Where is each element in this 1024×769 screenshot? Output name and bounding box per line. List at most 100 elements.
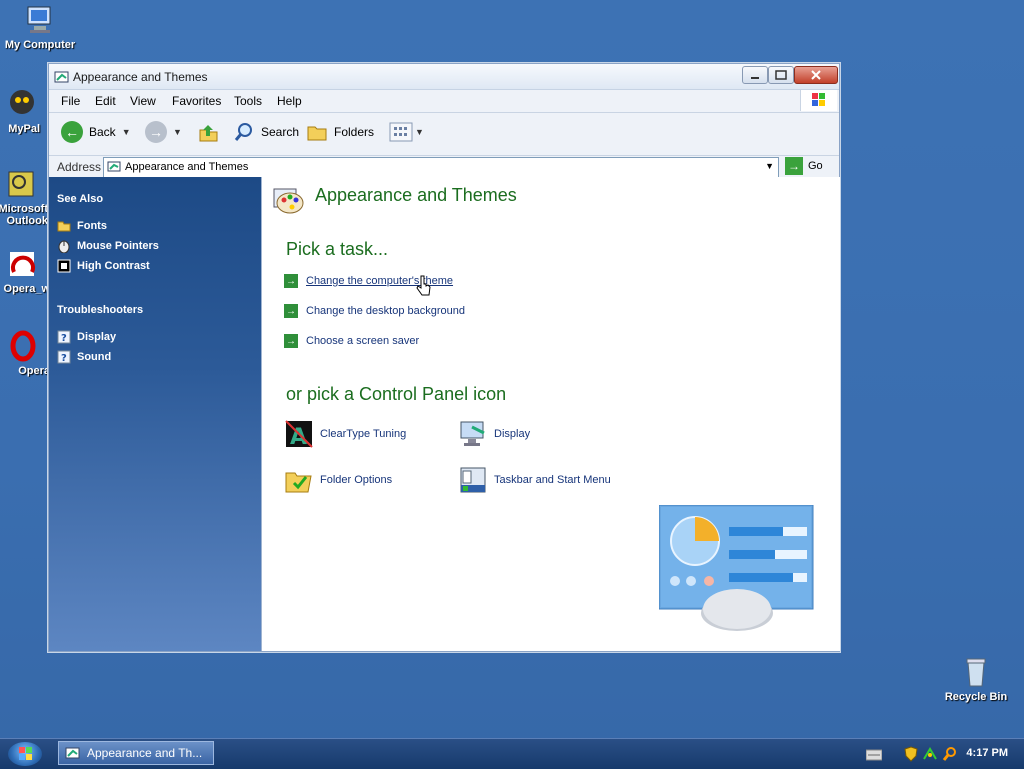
up-button[interactable] (197, 121, 219, 143)
sidebar-item-fonts[interactable]: Fonts (57, 219, 107, 233)
windows-logo-icon (800, 90, 837, 111)
taskbar-window-button[interactable]: Appearance and Th... (58, 741, 214, 765)
views-button[interactable]: ▼ (389, 121, 424, 143)
sidebar-item-mouse-pointers[interactable]: Mouse Pointers (57, 239, 159, 253)
up-folder-icon (199, 125, 218, 142)
green-arrow-icon: → (284, 274, 298, 288)
mypal-icon (6, 88, 38, 120)
sidebar-item-high-contrast[interactable]: High Contrast (57, 259, 150, 273)
cleartype-icon: A (285, 420, 313, 449)
back-arrow-icon: ← (61, 121, 83, 143)
explorer-window: Appearance and Themes File Edit View Fav… (48, 63, 840, 652)
menu-favorites[interactable]: Favorites (172, 94, 221, 108)
green-arrow-icon: → (284, 334, 298, 348)
main-pane: Appearance and Themes Pick a task... → C… (261, 177, 840, 651)
minimize-button[interactable] (742, 66, 768, 84)
close-button[interactable] (794, 66, 838, 84)
shield-icon[interactable] (904, 746, 918, 762)
network-icon[interactable] (922, 746, 938, 762)
address-field[interactable]: Appearance and Themes ▼ (103, 157, 779, 178)
back-dropdown-icon[interactable]: ▼ (122, 127, 131, 137)
desktop-icon-opera-w[interactable]: Opera_w (0, 248, 50, 295)
folders-icon (307, 126, 327, 141)
system-tray: 4:17 PM (860, 739, 1024, 769)
task-screen-saver[interactable]: → Choose a screen saver (284, 334, 419, 348)
sidebar-item-label: Sound (77, 351, 112, 363)
sidebar-item-sound[interactable]: ? Sound (57, 350, 111, 364)
cp-label: ClearType Tuning (320, 428, 407, 440)
task-label: Choose a screen saver (306, 335, 420, 347)
views-dropdown-icon[interactable]: ▼ (415, 127, 424, 137)
folder-options-icon (285, 472, 312, 493)
task-change-background[interactable]: → Change the desktop background (284, 304, 465, 318)
sidebar-item-label: High Contrast (77, 260, 150, 272)
recycle-bin-icon (960, 656, 992, 688)
taskbar: Appearance and Th... 4:17 PM (0, 738, 1024, 769)
desktop-icon-label: Opera_w (3, 283, 50, 295)
forward-arrow-icon: → (145, 121, 167, 143)
desktop-icon-mypal[interactable]: MyPal (0, 88, 52, 135)
sidebar-item-label: Mouse Pointers (77, 240, 159, 252)
cp-cleartype-tuning[interactable]: A ClearType Tuning (284, 419, 406, 449)
address-label: Address (57, 160, 102, 174)
search-icon[interactable] (942, 746, 958, 762)
svg-text:?: ? (61, 353, 67, 364)
control-panel-icon (65, 747, 80, 759)
sidebar-item-label: Display (77, 331, 117, 343)
window-title: Appearance and Themes (73, 70, 208, 84)
desktop-icon-recycle-bin[interactable]: Recycle Bin (936, 656, 1016, 703)
menu-view[interactable]: View (130, 94, 156, 108)
help-icon: ? (57, 330, 71, 344)
taskbar-window-label: Appearance and Th... (87, 746, 203, 760)
page-title: Appearance and Themes (315, 185, 517, 205)
menu-tools[interactable]: Tools (234, 94, 262, 108)
toolbar: ← Back ▼ → ▼ Search Folders ▼ (49, 113, 839, 156)
desktop-icon-label: Opera (18, 365, 50, 377)
menu-help[interactable]: Help (277, 94, 302, 108)
maximize-button[interactable] (768, 66, 794, 84)
forward-button[interactable]: → ▼ (145, 121, 182, 143)
address-bar: Address Appearance and Themes ▼ → Go (49, 156, 839, 179)
opera-w-icon (6, 248, 38, 280)
desktop-icon-outlook[interactable]: Microsoft Outlook (0, 168, 52, 227)
title-bar[interactable]: Appearance and Themes (49, 64, 839, 90)
sidebar-item-label: Fonts (77, 220, 107, 232)
menu-edit[interactable]: Edit (95, 94, 116, 108)
control-panel-icon (107, 161, 121, 172)
start-button[interactable] (8, 742, 42, 766)
cp-label: Folder Options (320, 474, 393, 486)
help-icon: ? (57, 350, 71, 364)
forward-dropdown-icon[interactable]: ▼ (173, 127, 182, 137)
folders-button[interactable]: Folders (306, 121, 374, 143)
taskbar-icon (460, 467, 486, 493)
keyboard-icon[interactable] (866, 749, 882, 761)
outlook-icon (5, 168, 37, 200)
menu-file[interactable]: File (61, 94, 80, 108)
mouse-cursor-icon (416, 275, 431, 296)
cp-folder-options[interactable]: Folder Options (284, 465, 392, 495)
task-label: Change the desktop background (306, 305, 466, 317)
opera-icon (5, 330, 37, 362)
search-button[interactable]: Search (233, 121, 299, 143)
desktop-icon-label: Microsoft Outlook (0, 203, 48, 227)
cp-taskbar-start-menu[interactable]: Taskbar and Start Menu (458, 465, 611, 495)
troubleshooters-heading: Troubleshooters (57, 304, 144, 316)
desktop-icon-label: MyPal (8, 123, 40, 135)
go-label: Go (808, 160, 823, 172)
desktop-icon-opera[interactable]: Opera (0, 330, 50, 377)
pick-task-heading: Pick a task... (286, 239, 389, 259)
go-button[interactable]: → Go (785, 157, 823, 175)
search-icon (234, 123, 252, 141)
cp-display[interactable]: Display (458, 419, 530, 449)
contrast-icon (57, 259, 71, 273)
my-computer-icon (24, 4, 56, 36)
back-button[interactable]: ← Back ▼ (61, 121, 131, 143)
sidebar-item-display[interactable]: ? Display (57, 330, 116, 344)
address-dropdown-icon[interactable]: ▼ (765, 161, 774, 171)
menu-bar: File Edit View Favorites Tools Help (49, 90, 839, 113)
see-also-heading: See Also (57, 193, 104, 205)
task-pane: See Also Fonts Mouse Pointers High Contr… (49, 177, 261, 651)
display-icon (460, 421, 485, 446)
desktop-icon-my-computer[interactable]: My Computer (0, 4, 80, 51)
clock[interactable]: 4:17 PM (966, 747, 1008, 759)
